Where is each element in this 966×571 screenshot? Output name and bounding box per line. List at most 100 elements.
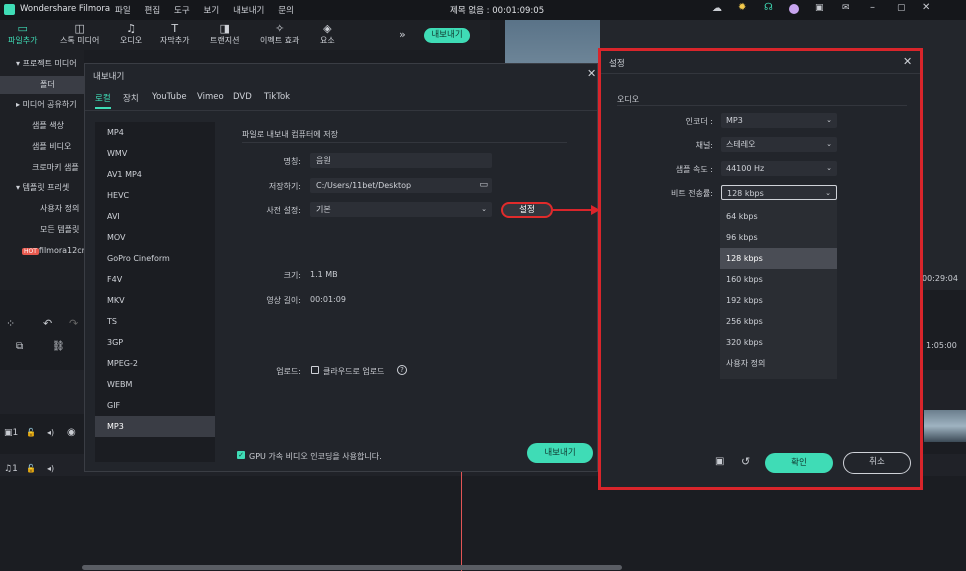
format-mkv[interactable]: MKV [95, 290, 215, 311]
format-f4v[interactable]: F4V [95, 269, 215, 290]
menu-file[interactable]: 파일 [115, 6, 131, 16]
save-icon[interactable]: ▣ [815, 3, 824, 13]
menu-tools[interactable]: 도구 [174, 6, 190, 16]
bitrate-option-64[interactable]: 64 kbps [720, 206, 837, 227]
export-close-icon[interactable]: ✕ [587, 67, 596, 80]
tab-vimeo[interactable]: Vimeo [197, 92, 224, 102]
tab-transitions[interactable]: ◨ 트랜지션 [210, 22, 239, 46]
save-location-input[interactable]: C:/Users/11bet/Desktop ▭ [310, 178, 492, 193]
tab-youtube[interactable]: YouTube [152, 92, 187, 102]
menu-bar: 파일 편집 도구 보기 내보내기 문의 [115, 4, 305, 16]
format-hevc[interactable]: HEVC [95, 185, 215, 206]
audio-lock-icon[interactable]: 🔓 [26, 464, 36, 473]
bulb-icon[interactable]: ✹ [738, 2, 746, 13]
upload-checkbox[interactable] [311, 366, 319, 374]
bitrate-option-192[interactable]: 192 kbps [720, 290, 837, 311]
sidebar-item-project-media[interactable]: ▾ 프로젝트 미디어 [0, 55, 84, 73]
format-gif[interactable]: GIF [95, 395, 215, 416]
save-preset-icon[interactable]: ▣ [715, 456, 724, 467]
bitrate-option-320[interactable]: 320 kbps [720, 332, 837, 353]
tab-elements[interactable]: ◈ 요소 [320, 22, 335, 46]
maximize-icon[interactable]: ▢ [897, 3, 906, 13]
name-input[interactable]: 음원 [310, 153, 492, 168]
video-clip[interactable] [924, 410, 966, 442]
ok-button[interactable]: 확인 [765, 453, 833, 473]
filmora-logo-icon [4, 4, 15, 15]
chevron-up-icon: ⌄ [825, 189, 831, 197]
sidebar-item-folder[interactable]: 폴더 [0, 76, 84, 94]
bitrate-option-96[interactable]: 96 kbps [720, 227, 837, 248]
tab-device[interactable]: 장치 [123, 92, 139, 104]
bitrate-option-256[interactable]: 256 kbps [720, 311, 837, 332]
format-mpeg2[interactable]: MPEG-2 [95, 353, 215, 374]
tab-tiktok[interactable]: TikTok [264, 92, 290, 102]
sidebar-item-custom[interactable]: 사용자 정의 [0, 200, 84, 218]
format-mov[interactable]: MOV [95, 227, 215, 248]
format-gopro-cineform[interactable]: GoPro Cineform [95, 248, 215, 269]
bitrate-option-custom[interactable]: 사용자 정의 [720, 353, 837, 374]
menu-view[interactable]: 보기 [204, 6, 220, 16]
export-button-top[interactable]: 내보내기 [424, 28, 470, 43]
browse-folder-icon[interactable]: ▭ [479, 178, 488, 193]
bitrate-select[interactable]: 128 kbps ⌄ [721, 185, 837, 200]
more-chevron-icon[interactable]: » [399, 28, 406, 41]
duration-value: 00:01:09 [310, 295, 346, 304]
sidebar-item-sample-color[interactable]: 샘플 색상 [0, 117, 84, 135]
sidebar-item-sample-video[interactable]: 샘플 비디오 [0, 138, 84, 156]
format-wmv[interactable]: WMV [95, 143, 215, 164]
format-3gp[interactable]: 3GP [95, 332, 215, 353]
close-icon[interactable]: ✕ [922, 2, 930, 13]
lock-icon[interactable]: 🔓 [26, 428, 36, 437]
format-ts[interactable]: TS [95, 311, 215, 332]
eye-icon[interactable]: ◉ [67, 427, 76, 438]
audio-volume-icon[interactable]: ◂) [47, 464, 54, 473]
sidebar-item-all-templates[interactable]: 모든 템플릿 [0, 221, 84, 239]
headset-icon[interactable]: ☊ [764, 2, 773, 13]
menu-edit[interactable]: 편집 [145, 6, 161, 16]
encoder-select[interactable]: MP3 ⌄ [721, 113, 837, 128]
link-icon[interactable]: ⛓ [52, 341, 65, 352]
tab-stock-media[interactable]: ◫ 스톡 미디어 [60, 22, 99, 46]
menu-help[interactable]: 문의 [278, 6, 294, 16]
bitrate-option-128[interactable]: 128 kbps [720, 248, 837, 269]
reset-icon[interactable]: ↺ [741, 455, 750, 468]
minimize-icon[interactable]: – [870, 2, 875, 13]
cloud-icon[interactable]: ☁ [712, 3, 722, 14]
menu-export[interactable]: 내보내기 [233, 6, 264, 16]
mail-icon[interactable]: ✉ [842, 3, 850, 13]
bitrate-option-160[interactable]: 160 kbps [720, 269, 837, 290]
settings-button[interactable]: 설정 [501, 202, 553, 218]
grid-icon[interactable]: ⁘ [6, 317, 15, 330]
tab-dvd[interactable]: DVD [233, 92, 252, 102]
playhead[interactable] [461, 470, 462, 571]
horizontal-scrollbar[interactable] [82, 565, 622, 570]
preset-select[interactable]: 기본 ⌄ [310, 202, 492, 217]
format-mp3[interactable]: MP3 [95, 416, 215, 437]
tab-local[interactable]: 로컬 [95, 92, 111, 109]
help-icon[interactable]: ? [397, 365, 407, 375]
format-mp4[interactable]: MP4 [95, 122, 215, 143]
title-bar: Wondershare Filmora 파일 편집 도구 보기 내보내기 문의 … [0, 0, 966, 20]
redo-icon[interactable]: ↷ [69, 317, 78, 330]
undo-icon[interactable]: ↶ [43, 317, 52, 330]
volume-icon[interactable]: ◂) [47, 428, 54, 437]
tab-effects[interactable]: ✧ 이펙트 효과 [260, 22, 299, 46]
gpu-checkbox[interactable]: ✓ [237, 451, 245, 459]
format-webm[interactable]: WEBM [95, 374, 215, 395]
export-button[interactable]: 내보내기 [527, 443, 593, 463]
settings-close-icon[interactable]: ✕ [903, 55, 912, 68]
format-avi[interactable]: AVI [95, 206, 215, 227]
channel-select[interactable]: 스테레오 ⌄ [721, 137, 837, 152]
sidebar-item-chroma-key[interactable]: 크로마키 샘플 [0, 159, 84, 177]
sidebar-item-filmora-creator[interactable]: HOTfilmora12cre [0, 242, 84, 260]
cancel-button[interactable]: 취소 [843, 452, 911, 474]
tab-titles[interactable]: T 자막추가 [160, 22, 189, 46]
format-av1-mp4[interactable]: AV1 MP4 [95, 164, 215, 185]
add-track-icon[interactable]: ⧉ [16, 341, 23, 352]
sidebar-item-template-presets[interactable]: ▾ 템플릿 프리셋 [0, 179, 84, 197]
avatar[interactable] [789, 4, 799, 14]
samplerate-select[interactable]: 44100 Hz ⌄ [721, 161, 837, 176]
sidebar-item-shared-media[interactable]: ▸ 미디어 공유하기 [0, 96, 84, 114]
tab-audio[interactable]: ♫ 오디오 [120, 22, 142, 46]
tab-import-media[interactable]: ▭ 파일추가 [8, 22, 37, 46]
